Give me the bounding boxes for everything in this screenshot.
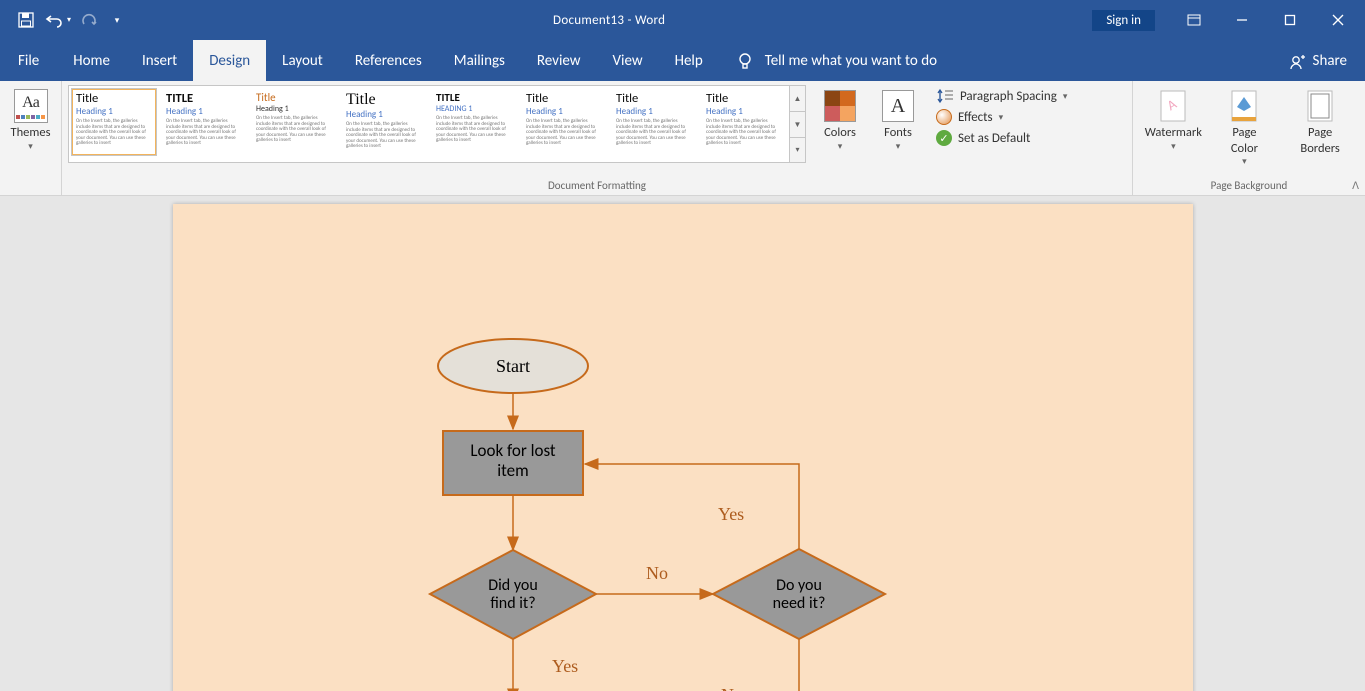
page-background-label: Page Background (1139, 177, 1359, 195)
group-document-formatting: TitleHeading 1On the Insert tab, the gal… (62, 81, 1133, 195)
page-color-icon (1229, 89, 1259, 123)
tab-design[interactable]: Design (193, 40, 266, 81)
style-gallery: TitleHeading 1On the Insert tab, the gal… (68, 85, 806, 163)
tab-insert[interactable]: Insert (126, 40, 193, 81)
flowchart-canvas: Start Look for lostitem Did youfind it? (173, 204, 1193, 691)
themes-label: Themes (11, 125, 51, 141)
window-title: Document13 - Word (126, 13, 1092, 28)
gallery-down-button[interactable]: ▼ (790, 112, 805, 138)
collapse-ribbon-button[interactable]: ᐱ (1352, 179, 1359, 192)
gallery-more-button[interactable]: ▾ (790, 138, 805, 162)
colors-button[interactable]: Colors ▾ (816, 85, 864, 154)
page-borders-icon (1305, 89, 1335, 123)
page-borders-label: Page Borders (1287, 125, 1353, 156)
tab-help[interactable]: Help (659, 40, 719, 81)
close-button[interactable] (1315, 6, 1361, 34)
tab-review[interactable]: Review (521, 40, 597, 81)
style-item-0[interactable]: TitleHeading 1On the Insert tab, the gal… (71, 88, 157, 156)
paragraph-spacing-label: Paragraph Spacing (960, 89, 1057, 104)
undo-button[interactable]: ▾ (44, 6, 72, 34)
style-item-1[interactable]: TITLEHeading 1On the Insert tab, the gal… (161, 88, 247, 156)
quick-access-toolbar: ▾ ▾ (4, 6, 126, 34)
colors-icon (824, 90, 856, 122)
themes-icon: Aa (14, 89, 48, 123)
fonts-icon: A (882, 90, 914, 122)
colors-label: Colors (824, 125, 856, 141)
page[interactable]: Start Look for lostitem Did youfind it? (173, 204, 1193, 691)
document-formatting-label: Document Formatting (68, 177, 1126, 195)
tab-references[interactable]: References (339, 40, 438, 81)
check-icon: ✓ (936, 130, 952, 146)
fonts-button[interactable]: A Fonts ▾ (874, 85, 922, 154)
formatting-options: Paragraph Spacing ▾ Effects ▾ ✓ Set as D… (932, 85, 1071, 147)
fonts-label: Fonts (884, 125, 912, 141)
qat-customize-button[interactable]: ▾ (108, 6, 126, 34)
flow-decision-find[interactable]: Did youfind it? (430, 550, 596, 639)
sign-in-button[interactable]: Sign in (1092, 10, 1155, 31)
svg-text:Start: Start (496, 356, 530, 376)
redo-button[interactable] (76, 6, 104, 34)
svg-text:Do youneed it?: Do youneed it? (772, 576, 825, 613)
share-icon (1289, 52, 1307, 70)
themes-button[interactable]: Aa Themes ▾ (6, 85, 55, 154)
ribbon: Aa Themes ▾ TitleHeading 1On the Insert … (0, 81, 1365, 196)
style-item-6[interactable]: TitleHeading 1On the Insert tab, the gal… (611, 88, 697, 156)
page-color-button[interactable]: Page Color▾ (1212, 85, 1278, 170)
paragraph-spacing-icon (936, 88, 954, 104)
paragraph-spacing-button[interactable]: Paragraph Spacing ▾ (932, 87, 1071, 105)
tab-file[interactable]: File (0, 40, 57, 81)
tab-home[interactable]: Home (57, 40, 126, 81)
title-right: Sign in (1092, 6, 1361, 34)
flow-start[interactable]: Start (438, 339, 588, 393)
edge-label-no-1: No (646, 563, 668, 583)
save-button[interactable] (12, 6, 40, 34)
set-default-label: Set as Default (958, 131, 1030, 146)
lightbulb-icon (735, 51, 755, 71)
tab-view[interactable]: View (597, 40, 659, 81)
group-themes: Aa Themes ▾ (0, 81, 62, 195)
style-item-2[interactable]: TitleHeading 1On the Insert tab, the gal… (251, 88, 337, 156)
tell-me-box[interactable]: Tell me what you want to do (719, 40, 953, 81)
style-item-3[interactable]: TitleHeading 1On the Insert tab, the gal… (341, 88, 427, 156)
title-bar: ▾ ▾ Document13 - Word Sign in (0, 0, 1365, 40)
edge-label-yes-1: Yes (552, 656, 578, 676)
flow-decision-need[interactable]: Do youneed it? (713, 549, 885, 639)
ribbon-tabs: File Home Insert Design Layout Reference… (0, 40, 1365, 81)
set-default-button[interactable]: ✓ Set as Default (932, 129, 1071, 147)
group-page-background: A Watermark▾ Page Color▾ Page Borders Pa… (1133, 81, 1365, 195)
style-item-7[interactable]: TitleHeading 1On the Insert tab, the gal… (701, 88, 787, 156)
tell-me-label: Tell me what you want to do (765, 52, 937, 70)
page-color-label: Page Color (1218, 125, 1272, 156)
effects-label: Effects (958, 110, 993, 125)
share-button[interactable]: Share (1271, 40, 1365, 81)
minimize-button[interactable] (1219, 6, 1265, 34)
edge-label-yes-2: Yes (718, 504, 744, 524)
tab-layout[interactable]: Layout (266, 40, 339, 81)
tab-mailings[interactable]: Mailings (438, 40, 521, 81)
edge-label-no-2: No (721, 685, 743, 691)
effects-button[interactable]: Effects ▾ (932, 108, 1071, 126)
flow-process-look[interactable]: Look for lostitem (443, 431, 583, 495)
style-item-4[interactable]: TITLEHEADING 1On the Insert tab, the gal… (431, 88, 517, 156)
page-borders-button[interactable]: Page Borders (1281, 85, 1359, 158)
watermark-icon: A (1158, 89, 1188, 123)
gallery-scroll: ▲ ▼ ▾ (790, 85, 806, 163)
watermark-button[interactable]: A Watermark▾ (1139, 85, 1208, 154)
style-item-5[interactable]: TitleHeading 1On the Insert tab, the gal… (521, 88, 607, 156)
document-area[interactable]: Start Look for lostitem Did youfind it? (0, 196, 1365, 691)
effects-icon (936, 109, 952, 125)
maximize-button[interactable] (1267, 6, 1313, 34)
gallery-up-button[interactable]: ▲ (790, 86, 805, 112)
ribbon-display-options-button[interactable] (1171, 6, 1217, 34)
watermark-label: Watermark (1145, 125, 1202, 141)
share-label: Share (1313, 52, 1347, 70)
svg-text:Did youfind it?: Did youfind it? (488, 576, 537, 613)
